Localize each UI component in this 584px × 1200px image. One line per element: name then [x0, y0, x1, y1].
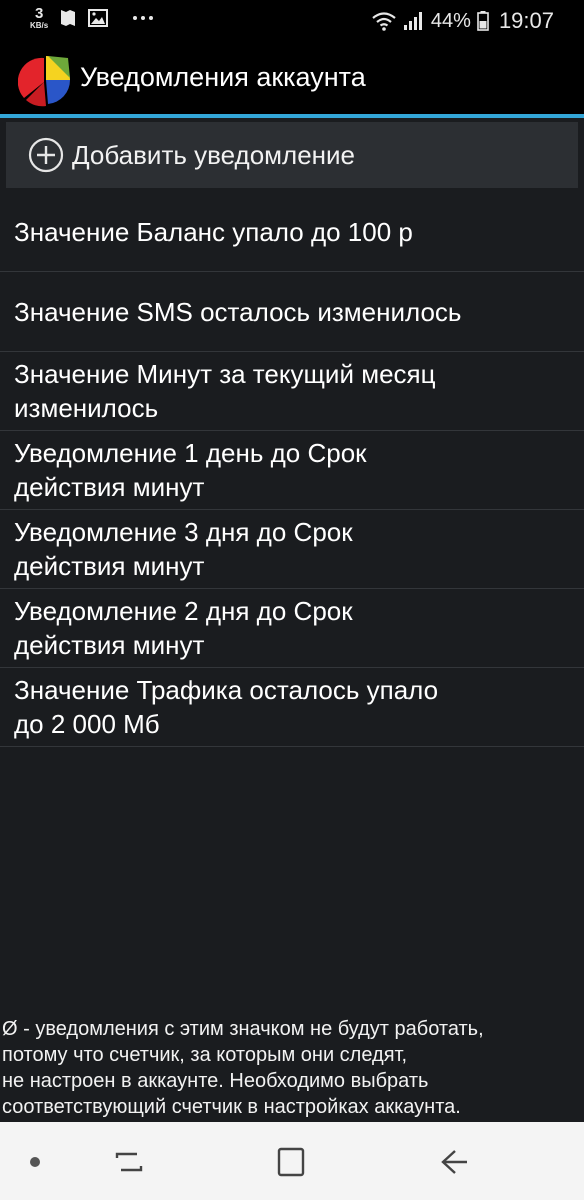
sim-icon — [61, 10, 76, 26]
battery-icon — [477, 11, 489, 31]
list-item-text: Значение Минут за текущий месяц изменило… — [14, 357, 436, 425]
add-circle-icon — [28, 137, 64, 173]
list-item-line: изменилось — [14, 393, 159, 423]
navigation-bar — [0, 1122, 584, 1200]
status-bar-left: 3 KB/s — [30, 6, 154, 30]
footer-note-line: соответствующий счетчик в настройках акк… — [2, 1096, 461, 1118]
list-item-text: Значение Баланс упало до 100 р — [14, 215, 413, 249]
add-notification-label: Добавить уведомление — [72, 139, 356, 170]
nav-dot-icon[interactable] — [30, 1157, 40, 1167]
list-item-line: Уведомление 2 дня до Срок — [14, 596, 353, 626]
footer-note-line: потому что счетчик, за которым они следя… — [2, 1044, 408, 1066]
network-speed-unit: KB/s — [30, 21, 49, 30]
list-item-text: Уведомление 2 дня до Срок действия минут — [14, 594, 353, 662]
list-item[interactable]: Уведомление 1 день до Срок действия мину… — [0, 431, 584, 510]
footer-note: Ø - уведомления с этим значком не будут … — [2, 1016, 582, 1120]
list-item[interactable]: Уведомление 3 дня до Срок действия минут — [0, 510, 584, 589]
recent-apps-icon[interactable] — [113, 1146, 145, 1178]
list-item-line: Значение Трафика осталось упало — [14, 675, 439, 705]
footer-note-line: не настроен в аккаунте. Необходимо выбра… — [2, 1070, 429, 1092]
clock: 19:07 — [498, 8, 554, 33]
add-notification-button[interactable]: Добавить уведомление — [6, 122, 578, 188]
status-bar-right: 44% 19:07 — [371, 8, 554, 34]
list-item-line: до 2 000 Мб — [14, 709, 160, 739]
battery-percent: 44% — [430, 9, 471, 32]
list-item-line: Значение Баланс упало до 100 р — [14, 216, 413, 247]
network-speed-value: 3 — [34, 5, 44, 22]
back-icon[interactable] — [437, 1146, 471, 1178]
more-dots-icon — [133, 16, 154, 20]
list-item[interactable]: Уведомление 2 дня до Срок действия минут — [0, 589, 584, 668]
list-item-line: Уведомление 3 дня до Срок — [14, 517, 353, 547]
list-item[interactable]: Значение SMS осталось изменилось — [0, 272, 584, 352]
list-item-text: Значение Трафика осталось упало до 2 000… — [14, 673, 438, 741]
image-icon — [88, 9, 109, 27]
list-item-line: Значение SMS осталось изменилось — [14, 296, 462, 327]
list-item-text: Значение SMS осталось изменилось — [14, 295, 461, 329]
status-bar: 3 KB/s 44% 19:07 — [0, 0, 584, 40]
list-item-text: Уведомление 3 дня до Срок действия минут — [14, 515, 353, 583]
footer-note-line: Ø - уведомления с этим значком не будут … — [2, 1018, 484, 1040]
list-item[interactable]: Значение Минут за текущий месяц изменило… — [0, 352, 584, 431]
list-item-line: действия минут — [14, 472, 205, 502]
app-logo-icon[interactable] — [18, 52, 74, 108]
list-item[interactable]: Значение Трафика осталось упало до 2 000… — [0, 668, 584, 747]
list-item-line: Значение Минут за текущий месяц — [14, 359, 436, 389]
wifi-icon — [372, 12, 396, 31]
signal-icon — [403, 12, 422, 30]
app-bar: Уведомления аккаунта — [0, 40, 584, 118]
list-item-text: Уведомление 1 день до Срок действия мину… — [14, 436, 367, 504]
notification-list: Значение Баланс упало до 100 р Значение … — [0, 192, 584, 747]
list-item[interactable]: Значение Баланс упало до 100 р — [0, 192, 584, 272]
list-item-line: Уведомление 1 день до Срок — [14, 438, 367, 468]
network-speed: 3 KB/s — [30, 6, 48, 30]
list-item-line: действия минут — [14, 630, 205, 660]
page-title: Уведомления аккаунта — [80, 62, 366, 92]
list-item-line: действия минут — [14, 551, 205, 581]
home-icon[interactable] — [276, 1146, 306, 1178]
